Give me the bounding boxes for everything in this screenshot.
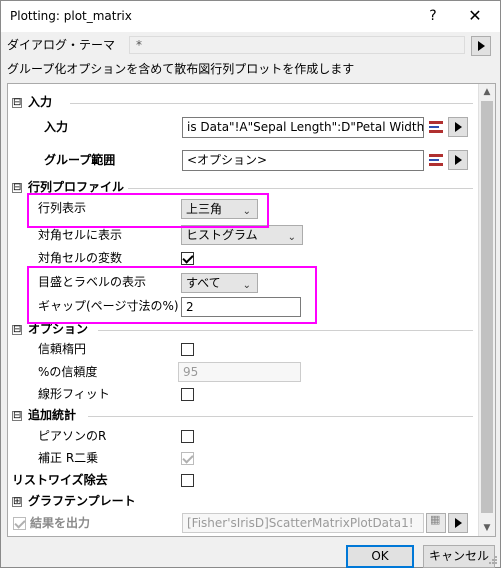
pearson-r-checkbox[interactable]: [181, 430, 194, 443]
play-arrow-icon: [455, 155, 462, 165]
linear-fit-label: 線形フィット: [38, 387, 110, 401]
diagonal-display-label: 対角セルに表示: [38, 228, 123, 242]
highlight-box: [27, 193, 269, 228]
title-bar: Plotting: plot_matrix ? ✕: [1, 1, 500, 32]
adjusted-r2-label: 補正 R二乗: [38, 451, 99, 465]
theme-menu-button[interactable]: [471, 36, 491, 56]
divider: [98, 330, 473, 331]
input-menu-button[interactable]: [448, 117, 468, 137]
close-button[interactable]: ✕: [453, 3, 497, 29]
divider: [70, 103, 473, 104]
expand-icon[interactable]: ⊞: [12, 497, 22, 507]
collapse-icon[interactable]: ⊟: [12, 183, 22, 193]
section-stats-label: 追加統計: [28, 408, 77, 422]
collapse-icon[interactable]: ⊟: [12, 325, 22, 335]
section-input-label: 入力: [28, 95, 53, 109]
input-range-field[interactable]: is Data"!A"Sepal Length":D"Petal Width": [182, 117, 424, 138]
play-arrow-icon: [478, 41, 485, 51]
listwise-deletion-checkbox[interactable]: [181, 474, 194, 487]
vertical-scrollbar[interactable]: ▲ ▼: [478, 84, 495, 536]
group-range-label: グループ範囲: [44, 153, 116, 167]
resize-grip-icon[interactable]: [488, 555, 498, 565]
diagonal-variable-checkbox[interactable]: [181, 252, 194, 265]
play-arrow-icon: [455, 518, 462, 528]
confidence-ellipse-checkbox[interactable]: [181, 343, 194, 356]
theme-input[interactable]: *: [129, 36, 465, 54]
diagonal-variable-label: 対角セルの変数: [38, 251, 123, 265]
pearson-r-label: ピアソンのR: [38, 429, 107, 443]
linear-fit-checkbox[interactable]: [181, 388, 194, 401]
theme-label: ダイアログ・テーマ: [7, 38, 116, 52]
chevron-down-icon: ⌄: [287, 232, 296, 243]
input-label: 入力: [44, 120, 69, 134]
output-result-label: 結果を出力: [30, 516, 91, 530]
output-grid-button[interactable]: ▦: [426, 513, 446, 533]
scroll-up-icon[interactable]: ▲: [479, 84, 495, 100]
ok-button[interactable]: OK: [346, 545, 414, 568]
play-arrow-icon: [455, 122, 462, 132]
help-button[interactable]: ?: [421, 5, 445, 27]
divider: [128, 188, 473, 189]
grid-icon: ▦: [430, 513, 441, 526]
listwise-deletion-label: リストワイズ除去: [12, 473, 108, 487]
dialog-window: Plotting: plot_matrix ? ✕ ダイアログ・テーマ * グル…: [0, 0, 501, 568]
range-select-icon[interactable]: [427, 151, 445, 169]
window-title: Plotting: plot_matrix: [10, 9, 132, 23]
divider: [88, 416, 473, 417]
confidence-level-input[interactable]: 95: [178, 362, 301, 382]
cancel-button[interactable]: キャンセル: [423, 545, 495, 568]
diagonal-display-select[interactable]: ヒストグラム ⌄: [181, 225, 303, 245]
group-range-field[interactable]: <オプション>: [182, 150, 424, 171]
confidence-ellipse-label: 信頼楕円: [38, 342, 87, 356]
output-result-checkbox[interactable]: [13, 517, 26, 530]
scroll-thumb[interactable]: [481, 101, 493, 513]
scroll-down-icon[interactable]: ▼: [479, 520, 495, 536]
collapse-icon[interactable]: ⊟: [12, 98, 22, 108]
group-menu-button[interactable]: [448, 150, 468, 170]
confidence-level-label: %の信頼度: [38, 365, 98, 379]
dialog-description: グループ化オプションを含めて散布図行列プロットを作成します: [7, 62, 355, 76]
collapse-icon[interactable]: ⊟: [12, 411, 22, 421]
section-template-label: グラフテンプレート: [28, 494, 136, 508]
diagonal-display-value: ヒストグラム: [186, 228, 258, 242]
range-select-icon[interactable]: [427, 118, 445, 136]
output-result-field[interactable]: [Fisher'sIrisD]ScatterMatrixPlotData1!: [182, 513, 424, 533]
highlight-box: [27, 266, 317, 324]
adjusted-r2-checkbox[interactable]: [181, 452, 194, 465]
output-menu-button[interactable]: [448, 513, 468, 533]
